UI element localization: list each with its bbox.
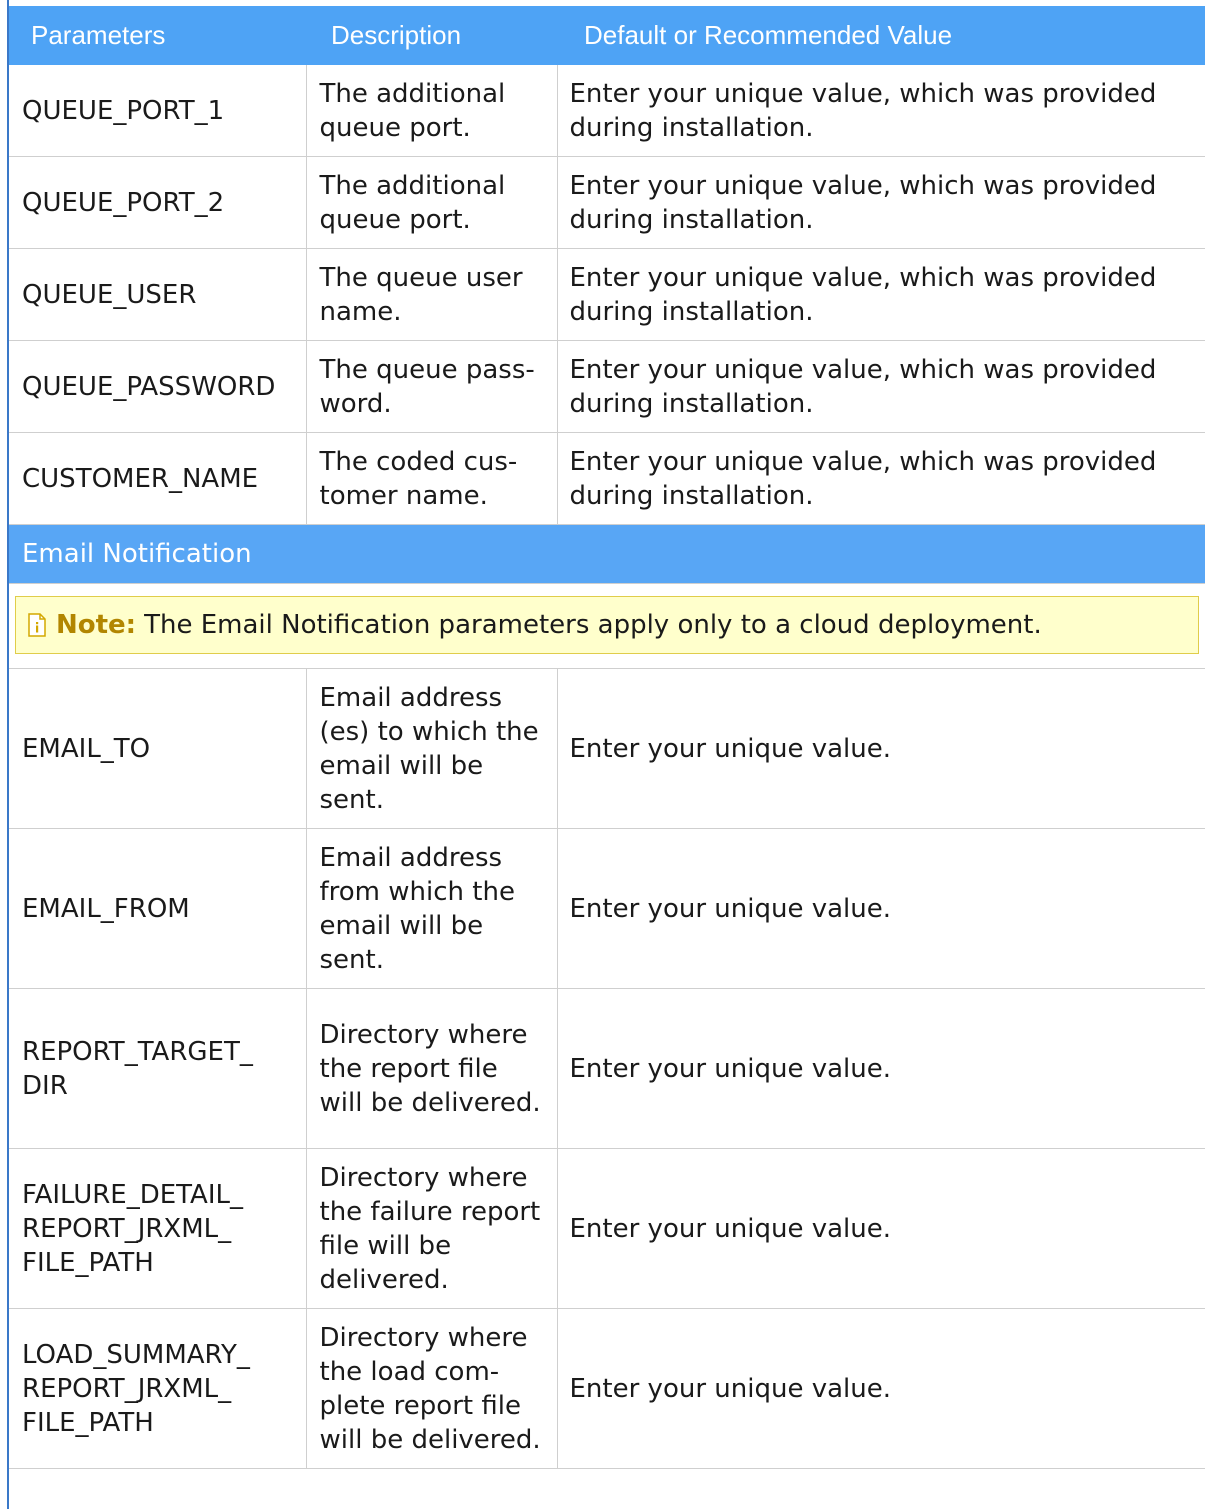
header-description: Description	[306, 6, 557, 65]
table-row: LOAD_SUMMARY_ REPORT_JRXML_ FILE_PATH Di…	[9, 1308, 1205, 1469]
param-cell: QUEUE_PORT_1	[9, 65, 307, 157]
value-cell: Enter your unique value, which was provi…	[557, 340, 1205, 433]
param-cell: QUEUE_PASSWORD	[9, 340, 307, 433]
table-row: EMAIL_TO Email address (es) to which the…	[9, 668, 1205, 829]
note-info-icon	[28, 613, 46, 637]
parameters-table: Parameters Description Default or Recomm…	[9, 6, 1205, 1469]
value-cell: Enter your unique value, which was provi…	[557, 156, 1205, 249]
param-cell: CUSTOMER_NAME	[9, 432, 307, 525]
description-cell: The coded cus-tomer name.	[306, 432, 558, 525]
param-cell: QUEUE_USER	[9, 248, 307, 341]
description-cell: Directory where the failure report file …	[306, 1148, 558, 1309]
value-cell: Enter your unique value, which was provi…	[557, 248, 1205, 341]
param-cell: LOAD_SUMMARY_ REPORT_JRXML_ FILE_PATH	[9, 1308, 307, 1469]
table-row: QUEUE_PORT_2 The additional queue port. …	[9, 156, 1205, 249]
description-cell: Directory where the load com-plete repor…	[306, 1308, 558, 1469]
param-cell: FAILURE_DETAIL_ REPORT_JRXML_ FILE_PATH	[9, 1148, 307, 1309]
value-cell: Enter your unique value.	[557, 1148, 1205, 1309]
param-cell: REPORT_TARGET_ DIR	[9, 988, 307, 1149]
value-cell: Enter your unique value.	[557, 828, 1205, 989]
header-default-value: Default or Recommended Value	[557, 6, 1205, 65]
section-row-email-notification: Email Notification	[9, 524, 1205, 584]
description-cell: Email address (es) to which the email wi…	[306, 668, 558, 829]
description-cell: The additional queue port.	[306, 156, 558, 249]
section-title: Email Notification	[9, 524, 1205, 584]
description-cell: Directory where the report file will be …	[306, 988, 558, 1149]
value-cell: Enter your unique value, which was provi…	[557, 432, 1205, 525]
note-row: Note: The Email Notification parameters …	[9, 583, 1205, 669]
description-cell: The queue pass-word.	[306, 340, 558, 433]
header-parameters: Parameters	[9, 6, 306, 65]
description-cell: The additional queue port.	[306, 65, 558, 157]
note-text: The Email Notification parameters apply …	[144, 610, 1042, 640]
table-row: FAILURE_DETAIL_ REPORT_JRXML_ FILE_PATH …	[9, 1148, 1205, 1309]
table-header-row: Parameters Description Default or Recomm…	[9, 6, 1205, 65]
param-cell: EMAIL_FROM	[9, 828, 307, 989]
table-row: REPORT_TARGET_ DIR Directory where the r…	[9, 988, 1205, 1149]
param-cell: QUEUE_PORT_2	[9, 156, 307, 249]
note-box: Note: The Email Notification parameters …	[15, 596, 1199, 654]
description-cell: The queue user name.	[306, 248, 558, 341]
note-label: Note:	[56, 610, 137, 640]
table-row: CUSTOMER_NAME The coded cus-tomer name. …	[9, 432, 1205, 525]
param-cell: EMAIL_TO	[9, 668, 307, 829]
table-row: EMAIL_FROM Email address from which the …	[9, 828, 1205, 989]
table-row: QUEUE_USER The queue user name. Enter yo…	[9, 248, 1205, 341]
value-cell: Enter your unique value.	[557, 1308, 1205, 1469]
table-row: QUEUE_PORT_1 The additional queue port. …	[9, 65, 1205, 157]
table-row: QUEUE_PASSWORD The queue pass-word. Ente…	[9, 340, 1205, 433]
value-cell: Enter your unique value.	[557, 668, 1205, 829]
description-cell: Email address from which the email will …	[306, 828, 558, 989]
value-cell: Enter your unique value, which was provi…	[557, 65, 1205, 157]
value-cell: Enter your unique value.	[557, 988, 1205, 1149]
